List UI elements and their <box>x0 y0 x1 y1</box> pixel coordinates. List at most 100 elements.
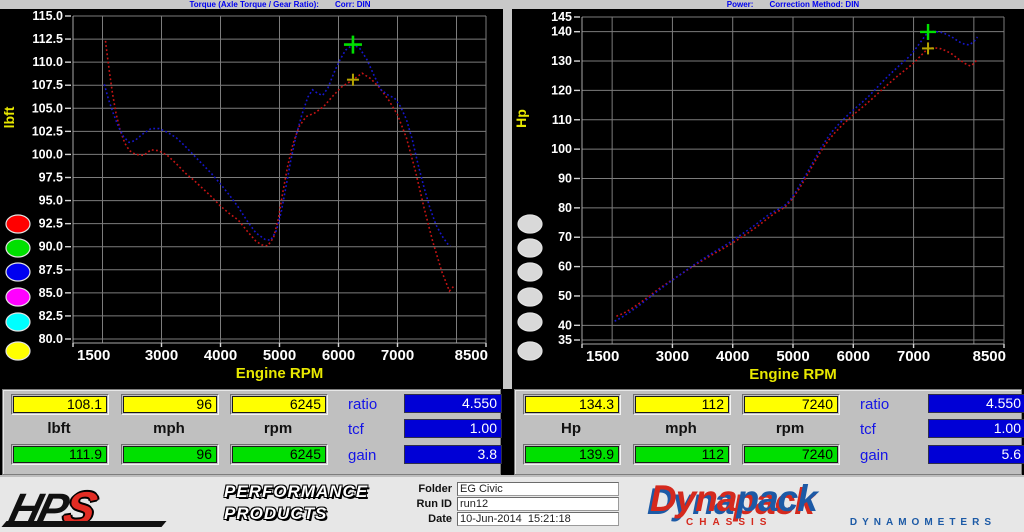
dynapack-pack-text: pack <box>736 478 817 519</box>
torque-green-rpm: 6245 <box>232 446 326 463</box>
y-tick-label: 115.0 <box>32 9 63 23</box>
power-chart: 145140 130 120 110 100 90 80 70 60 50 4035 1500 3000… <box>512 9 1024 389</box>
y-tick-label: 92.5 <box>39 217 63 231</box>
dynapack-chassis-text: CHASSIS <box>686 517 773 528</box>
power-yellow-speed-box: 112 <box>633 394 731 415</box>
torque-green-speed: 96 <box>123 446 217 463</box>
x-axis-title: Engine RPM <box>236 365 324 382</box>
power-green-cursor-value-box: 139.9 <box>523 444 621 465</box>
run-button-6[interactable] <box>517 341 543 361</box>
y-tick-label: 145 <box>551 10 572 24</box>
y-tick-label: 110.0 <box>32 55 63 69</box>
y-tick-label: 110 <box>552 113 572 127</box>
power-green-speed: 112 <box>635 446 729 463</box>
y-tick-label: 70 <box>558 230 572 244</box>
y-tick-label: 40 <box>558 318 572 332</box>
gain-value: 3.8 <box>404 445 502 464</box>
date-field[interactable]: 10-Jun-2014 15:21:18 <box>457 512 619 526</box>
run-button-3[interactable] <box>517 262 543 282</box>
yellow-curve-button[interactable] <box>5 341 31 361</box>
x-tick-label: 4000 <box>716 348 749 365</box>
y-tick-label: 100.0 <box>32 147 63 161</box>
y-tick-label: 82.5 <box>39 309 63 323</box>
gain-label: gain <box>348 447 377 464</box>
ratio-value: 4.550 <box>928 394 1024 413</box>
torque-rpm-unit-label: rpm <box>263 420 293 437</box>
tcf-label: tcf <box>860 421 876 438</box>
footer-bar: HPS PERFORMANCE PRODUCTS Folder EG Civic… <box>0 475 1024 532</box>
folder-label: Folder <box>418 483 452 495</box>
dynapack-logo: Dynapack CHASSIS DYNAMOMETERS <box>650 478 1000 529</box>
power-yellow-value: 134.3 <box>525 396 619 413</box>
y-tick-label: 85.0 <box>39 286 63 300</box>
y-tick-label: 100 <box>551 142 572 156</box>
y-axis-title: Hp <box>513 109 529 128</box>
tcf-label: tcf <box>348 421 364 438</box>
x-tick-label: 1500 <box>586 348 619 365</box>
x-tick-label: 5000 <box>263 347 296 364</box>
folder-field[interactable]: EG Civic <box>457 482 619 496</box>
y-tick-label: 60 <box>558 260 572 274</box>
run-id-field[interactable]: run12 <box>457 497 619 511</box>
power-plot-area[interactable] <box>512 9 1024 389</box>
torque-title-text: Torque (Axle Torque / Gear Ratio): <box>189 0 319 9</box>
power-yellow-speed: 112 <box>635 396 729 413</box>
torque-yellow-speed-box: 96 <box>121 394 219 415</box>
red-curve-button[interactable] <box>5 214 31 234</box>
x-tick-label: 7000 <box>897 348 930 365</box>
y-tick-label: 107.5 <box>32 78 63 92</box>
green-curve-button[interactable] <box>5 238 31 258</box>
run-button-4[interactable] <box>517 287 543 307</box>
hps-performance-text: PERFORMANCE <box>224 482 369 501</box>
ratio-label: ratio <box>348 396 378 413</box>
run-button-5[interactable] <box>517 312 543 332</box>
blue-curve-button[interactable] <box>5 262 31 282</box>
ratio-value: 4.550 <box>404 394 502 413</box>
run-button-1[interactable] <box>517 214 543 234</box>
power-yellow-rpm: 7240 <box>744 396 838 413</box>
hps-logo-underline <box>1 521 167 527</box>
y-axis-title: lbft <box>1 106 17 128</box>
torque-green-cursor-value-box: 111.9 <box>11 444 109 465</box>
dyno-app-window: Torque (Axle Torque / Gear Ratio): Corr:… <box>0 0 1024 532</box>
torque-yellow-rpm: 6245 <box>232 396 326 413</box>
power-green-rpm-box: 7240 <box>742 444 840 465</box>
tcf-value: 1.00 <box>404 419 502 438</box>
torque-chart-title: Torque (Axle Torque / Gear Ratio): Corr:… <box>60 0 500 9</box>
torque-green-speed-box: 96 <box>121 444 219 465</box>
power-rpm-unit-label: rpm <box>775 420 805 437</box>
torque-unit-label: lbft <box>47 420 71 437</box>
y-tick-label: 90.0 <box>39 240 63 254</box>
x-tick-label: 1500 <box>77 347 110 364</box>
power-chart-title: Power: Correction Method: DIN <box>573 0 1013 9</box>
run-button-2[interactable] <box>517 238 543 258</box>
torque-speed-unit-label: mph <box>153 420 185 437</box>
y-tick-label: 87.5 <box>39 263 63 277</box>
date-label: Date <box>428 513 452 525</box>
cyan-curve-button[interactable] <box>5 312 31 332</box>
power-yellow-rpm-box: 7240 <box>742 394 840 415</box>
x-axis-title: Engine RPM <box>749 366 837 383</box>
x-tick-label: 4000 <box>204 347 237 364</box>
torque-yellow-value: 108.1 <box>13 396 107 413</box>
tcf-value: 1.00 <box>928 419 1024 438</box>
y-tick-label: 97.5 <box>39 171 63 185</box>
y-tick-label: 140 <box>551 25 572 39</box>
y-tick-label: 102.5 <box>32 124 63 138</box>
x-tick-label: 8500 <box>973 348 1006 365</box>
power-unit-label: Hp <box>561 420 581 437</box>
hps-performance-products-text: PERFORMANCE PRODUCTS <box>224 481 368 525</box>
y-tick-label: 50 <box>558 289 572 303</box>
y-tick-label: 120 <box>551 83 572 97</box>
gain-label: gain <box>860 447 889 464</box>
x-tick-label: 6000 <box>322 347 355 364</box>
y-tick-label: 90 <box>558 172 572 186</box>
x-tick-label: 7000 <box>381 347 414 364</box>
panel-divider <box>503 0 512 389</box>
magenta-curve-button[interactable] <box>5 287 31 307</box>
torque-yellow-cursor-value-box: 108.1 <box>11 394 109 415</box>
torque-correction-text: Corr: DIN <box>334 0 371 9</box>
dynapack-dynamometers-text: DYNAMOMETERS <box>849 517 996 528</box>
power-green-value: 139.9 <box>525 446 619 463</box>
power-green-rpm: 7240 <box>744 446 838 463</box>
